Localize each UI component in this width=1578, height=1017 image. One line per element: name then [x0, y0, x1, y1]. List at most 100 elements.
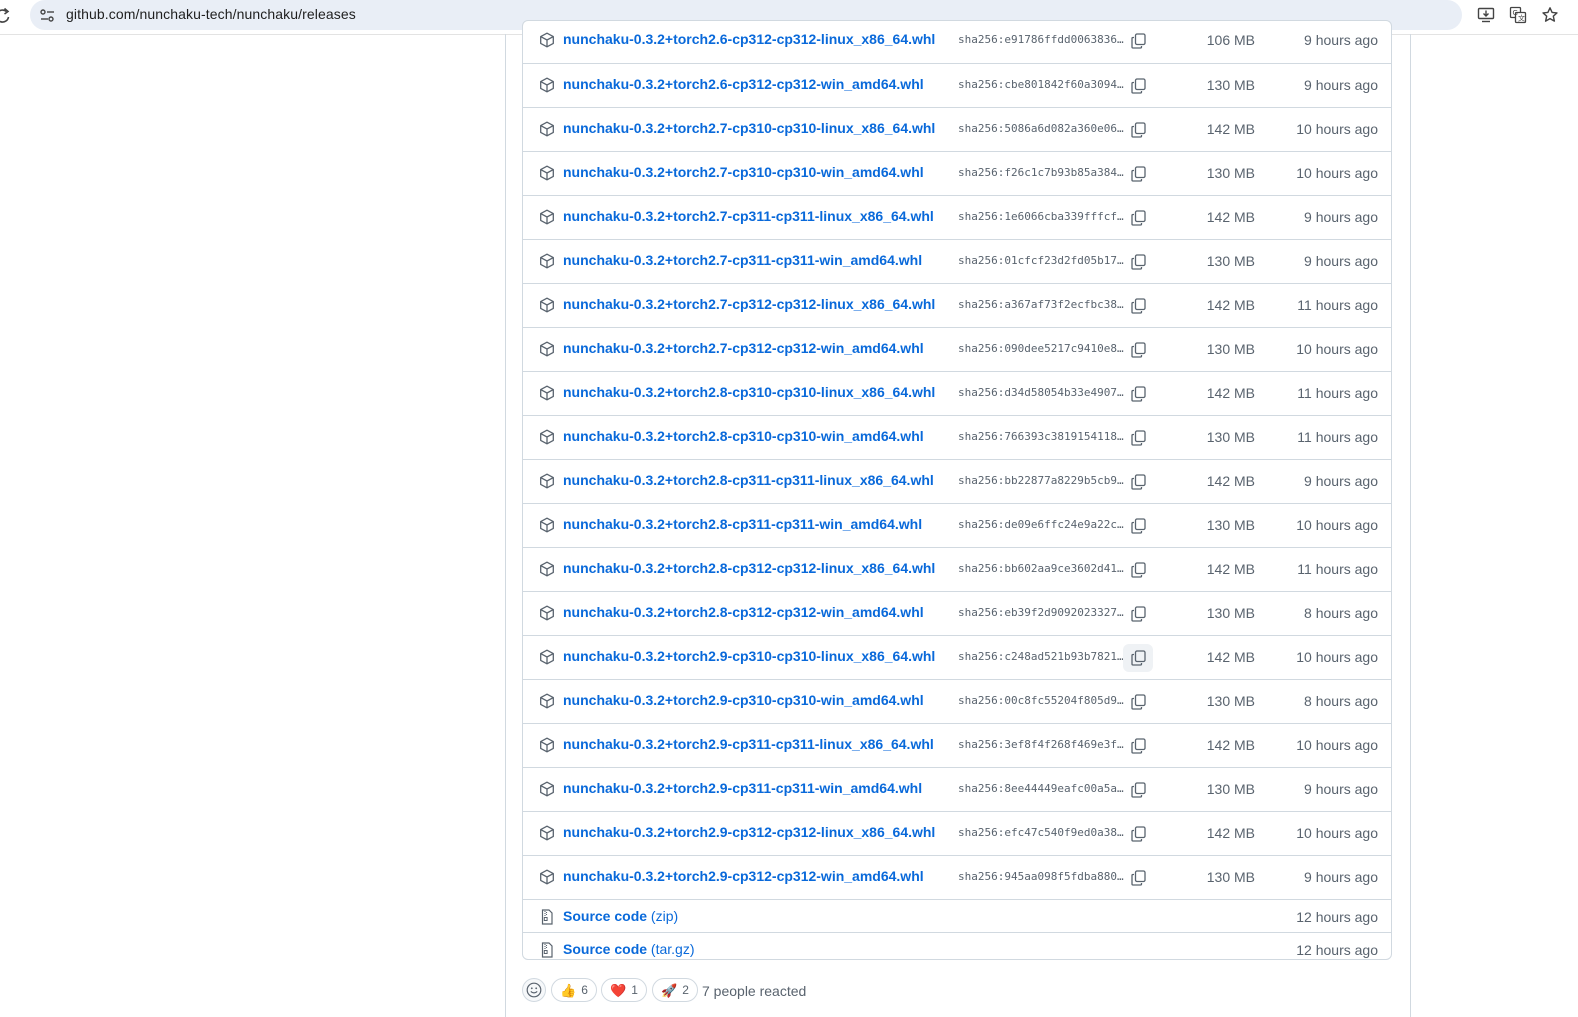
- asset-row: nunchaku-0.3.2+torch2.7-cp311-cp311-linu…: [523, 195, 1391, 239]
- asset-download-link[interactable]: nunchaku-0.3.2+torch2.6-cp312-cp312-win_…: [563, 76, 924, 92]
- copy-sha-button[interactable]: [1123, 556, 1153, 584]
- asset-row: nunchaku-0.3.2+torch2.8-cp311-cp311-win_…: [523, 503, 1391, 547]
- asset-download-link[interactable]: nunchaku-0.3.2+torch2.9-cp310-cp310-linu…: [563, 648, 935, 664]
- source-code-link[interactable]: Source code (zip): [563, 908, 678, 924]
- asset-size: 142 MB: [1206, 737, 1255, 753]
- package-icon: [539, 825, 555, 841]
- copy-sha-button[interactable]: [1123, 512, 1153, 540]
- reaction-heart[interactable]: ❤️ 1: [601, 978, 647, 1002]
- copy-sha-button[interactable]: [1123, 116, 1153, 144]
- asset-sha256: sha256:945aa098f5fdba880…: [958, 870, 1124, 883]
- package-icon: [539, 869, 555, 885]
- asset-download-link[interactable]: nunchaku-0.3.2+torch2.7-cp311-cp311-linu…: [563, 208, 934, 224]
- file-zip-icon: [539, 942, 555, 958]
- source-code-link[interactable]: Source code (tar.gz): [563, 941, 695, 957]
- asset-download-link[interactable]: nunchaku-0.3.2+torch2.8-cp310-cp310-win_…: [563, 428, 924, 444]
- copy-sha-button[interactable]: [1123, 27, 1153, 55]
- copy-sha-button[interactable]: [1123, 468, 1153, 496]
- asset-download-link[interactable]: nunchaku-0.3.2+torch2.7-cp312-cp312-win_…: [563, 340, 924, 356]
- copy-sha-button[interactable]: [1123, 600, 1153, 628]
- reaction-rocket[interactable]: 🚀 2: [652, 978, 698, 1002]
- copy-sha-button[interactable]: [1123, 204, 1153, 232]
- asset-sha256: sha256:5086a6d082a360e06…: [958, 122, 1124, 135]
- package-icon: [539, 429, 555, 445]
- asset-row: nunchaku-0.3.2+torch2.9-cp312-cp312-linu…: [523, 811, 1391, 855]
- asset-download-link[interactable]: nunchaku-0.3.2+torch2.9-cp312-cp312-linu…: [563, 824, 935, 840]
- copy-sha-button[interactable]: [1123, 72, 1153, 100]
- source-code-format: (tar.gz): [650, 941, 695, 957]
- asset-size: 142 MB: [1206, 297, 1255, 313]
- add-reaction-button[interactable]: [522, 978, 546, 1002]
- asset-sha256: sha256:8ee44449eafc00a5a…: [958, 782, 1124, 795]
- asset-size: 130 MB: [1206, 165, 1255, 181]
- copy-sha-button[interactable]: [1123, 380, 1153, 408]
- site-info-icon[interactable]: [39, 7, 56, 24]
- copy-sha-button[interactable]: [1123, 820, 1153, 848]
- package-icon: [539, 561, 555, 577]
- install-app-icon[interactable]: [1477, 6, 1495, 24]
- heart-icon: ❤️: [610, 982, 627, 998]
- asset-size: 130 MB: [1206, 869, 1255, 885]
- asset-download-link[interactable]: nunchaku-0.3.2+torch2.8-cp311-cp311-win_…: [563, 516, 922, 532]
- asset-time: 10 hours ago: [1296, 737, 1378, 753]
- package-icon: [539, 649, 555, 665]
- page-frame-right: [1410, 34, 1411, 1017]
- asset-time: 9 hours ago: [1304, 781, 1378, 797]
- asset-download-link[interactable]: nunchaku-0.3.2+torch2.8-cp312-cp312-win_…: [563, 604, 924, 620]
- source-code-format: (zip): [650, 908, 679, 924]
- copy-sha-button[interactable]: [1123, 248, 1153, 276]
- asset-download-link[interactable]: nunchaku-0.3.2+torch2.7-cp310-cp310-linu…: [563, 120, 935, 136]
- source-code-row: Source code (zip) 12 hours ago: [523, 899, 1391, 932]
- asset-row: nunchaku-0.3.2+torch2.8-cp311-cp311-linu…: [523, 459, 1391, 503]
- asset-size: 130 MB: [1206, 77, 1255, 93]
- asset-time: 10 hours ago: [1296, 825, 1378, 841]
- asset-row: nunchaku-0.3.2+torch2.8-cp310-cp310-linu…: [523, 371, 1391, 415]
- translate-icon[interactable]: G 文: [1509, 6, 1527, 24]
- asset-row: nunchaku-0.3.2+torch2.9-cp310-cp310-win_…: [523, 679, 1391, 723]
- url-text[interactable]: github.com/nunchaku-tech/nunchaku/releas…: [66, 6, 356, 22]
- reaction-thumbs-up[interactable]: 👍 6: [551, 978, 597, 1002]
- asset-time: 9 hours ago: [1304, 473, 1378, 489]
- copy-sha-button[interactable]: [1123, 732, 1153, 760]
- package-icon: [539, 121, 555, 137]
- package-icon: [539, 693, 555, 709]
- asset-download-link[interactable]: nunchaku-0.3.2+torch2.7-cp310-cp310-win_…: [563, 164, 924, 180]
- asset-time: 9 hours ago: [1304, 32, 1378, 48]
- bookmark-star-icon[interactable]: [1541, 6, 1559, 24]
- asset-download-link[interactable]: nunchaku-0.3.2+torch2.9-cp311-cp311-linu…: [563, 736, 934, 752]
- asset-sha256: sha256:d34d58054b33e4907…: [958, 386, 1124, 399]
- asset-row: nunchaku-0.3.2+torch2.9-cp311-cp311-linu…: [523, 723, 1391, 767]
- copy-sha-button[interactable]: [1123, 688, 1153, 716]
- package-icon: [539, 781, 555, 797]
- asset-download-link[interactable]: nunchaku-0.3.2+torch2.8-cp311-cp311-linu…: [563, 472, 934, 488]
- asset-row: nunchaku-0.3.2+torch2.9-cp311-cp311-win_…: [523, 767, 1391, 811]
- asset-download-link[interactable]: nunchaku-0.3.2+torch2.9-cp312-cp312-win_…: [563, 868, 924, 884]
- smiley-icon: [526, 982, 542, 998]
- reload-icon[interactable]: [0, 7, 12, 25]
- asset-row: nunchaku-0.3.2+torch2.7-cp310-cp310-win_…: [523, 151, 1391, 195]
- asset-time: 10 hours ago: [1296, 649, 1378, 665]
- asset-download-link[interactable]: nunchaku-0.3.2+torch2.9-cp311-cp311-win_…: [563, 780, 922, 796]
- asset-sha256: sha256:a367af73f2ecfbc38…: [958, 298, 1124, 311]
- asset-download-link[interactable]: nunchaku-0.3.2+torch2.7-cp311-cp311-win_…: [563, 252, 922, 268]
- copy-sha-button[interactable]: [1123, 336, 1153, 364]
- svg-text:文: 文: [1518, 14, 1525, 23]
- asset-size: 142 MB: [1206, 561, 1255, 577]
- asset-row: nunchaku-0.3.2+torch2.8-cp312-cp312-win_…: [523, 591, 1391, 635]
- copy-sha-button[interactable]: [1123, 776, 1153, 804]
- asset-download-link[interactable]: nunchaku-0.3.2+torch2.7-cp312-cp312-linu…: [563, 296, 935, 312]
- asset-download-link[interactable]: nunchaku-0.3.2+torch2.8-cp312-cp312-linu…: [563, 560, 935, 576]
- asset-download-link[interactable]: nunchaku-0.3.2+torch2.8-cp310-cp310-linu…: [563, 384, 935, 400]
- asset-download-link[interactable]: nunchaku-0.3.2+torch2.9-cp310-cp310-win_…: [563, 692, 924, 708]
- asset-time: 10 hours ago: [1296, 165, 1378, 181]
- copy-sha-button[interactable]: [1123, 292, 1153, 320]
- copy-sha-button[interactable]: [1123, 160, 1153, 188]
- asset-sha256: sha256:bb22877a8229b5cb9…: [958, 474, 1124, 487]
- copy-sha-button[interactable]: [1123, 644, 1153, 672]
- copy-sha-button[interactable]: [1123, 864, 1153, 892]
- asset-row: nunchaku-0.3.2+torch2.7-cp312-cp312-linu…: [523, 283, 1391, 327]
- copy-sha-button[interactable]: [1123, 424, 1153, 452]
- package-icon: [539, 297, 555, 313]
- asset-sha256: sha256:3ef8f4f268f469e3f…: [958, 738, 1124, 751]
- asset-download-link[interactable]: nunchaku-0.3.2+torch2.6-cp312-cp312-linu…: [563, 31, 935, 47]
